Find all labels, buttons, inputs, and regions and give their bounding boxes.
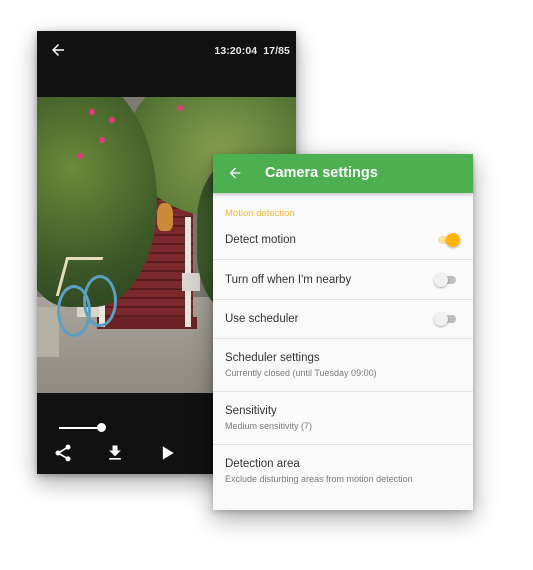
use-scheduler-toggle[interactable]	[434, 312, 456, 326]
photo-cat	[157, 203, 173, 231]
arrow-left-icon[interactable]	[227, 165, 243, 181]
setting-detection-area[interactable]: Detection area Exclude disturbing areas …	[213, 445, 473, 497]
setting-turn-off-nearby[interactable]: Turn off when I'm nearby	[213, 260, 473, 300]
photo-low-wall	[37, 307, 59, 357]
setting-label: Use scheduler	[225, 313, 299, 325]
setting-scheduler-settings[interactable]: Scheduler settings Currently closed (unt…	[213, 339, 473, 392]
setting-use-scheduler[interactable]: Use scheduler	[213, 300, 473, 339]
download-icon[interactable]	[105, 443, 125, 463]
photo-flower	[99, 137, 105, 143]
photo-flower	[109, 117, 115, 123]
page-title: Camera settings	[265, 165, 378, 181]
camera-settings-panel: Camera settings Motion detection Detect …	[213, 154, 473, 510]
photo-flower	[77, 153, 83, 159]
arrow-left-icon[interactable]	[49, 41, 67, 59]
setting-subtitle: Exclude disturbing areas from motion det…	[225, 474, 413, 484]
setting-sensitivity[interactable]: Sensitivity Medium sensitivity (7)	[213, 392, 473, 445]
setting-subtitle: Currently closed (until Tuesday 09:00)	[225, 368, 377, 378]
setting-label: Turn off when I'm nearby	[225, 274, 352, 286]
toggle-knob	[446, 233, 460, 247]
photo-flower	[89, 109, 95, 115]
setting-subtitle: Medium sensitivity (7)	[225, 421, 313, 431]
photo-flower	[177, 105, 183, 111]
photo-mailbox	[182, 273, 200, 291]
viewer-top-bar: 13:20:04 17/85	[37, 31, 296, 97]
toggle-knob	[434, 312, 448, 326]
toggle-knob	[434, 273, 448, 287]
setting-label: Detection area	[225, 458, 300, 470]
frame-counter: 17/85	[263, 45, 290, 57]
share-icon[interactable]	[53, 443, 73, 463]
play-icon[interactable]	[157, 443, 177, 463]
setting-detect-motion[interactable]: Detect motion	[213, 220, 473, 260]
section-header: Motion detection	[225, 208, 295, 219]
playback-slider-thumb[interactable]	[97, 423, 106, 432]
timestamp: 13:20:04	[214, 45, 258, 57]
setting-label: Sensitivity	[225, 405, 277, 417]
viewer-info: 13:20:04 17/85	[208, 45, 290, 57]
app-bar: Camera settings	[213, 154, 473, 193]
setting-label: Scheduler settings	[225, 352, 320, 364]
photo-rail-right	[185, 217, 191, 327]
detect-motion-toggle[interactable]	[438, 233, 460, 247]
turn-off-nearby-toggle[interactable]	[434, 273, 456, 287]
playback-slider-track[interactable]	[59, 427, 101, 429]
setting-label: Detect motion	[225, 234, 296, 246]
